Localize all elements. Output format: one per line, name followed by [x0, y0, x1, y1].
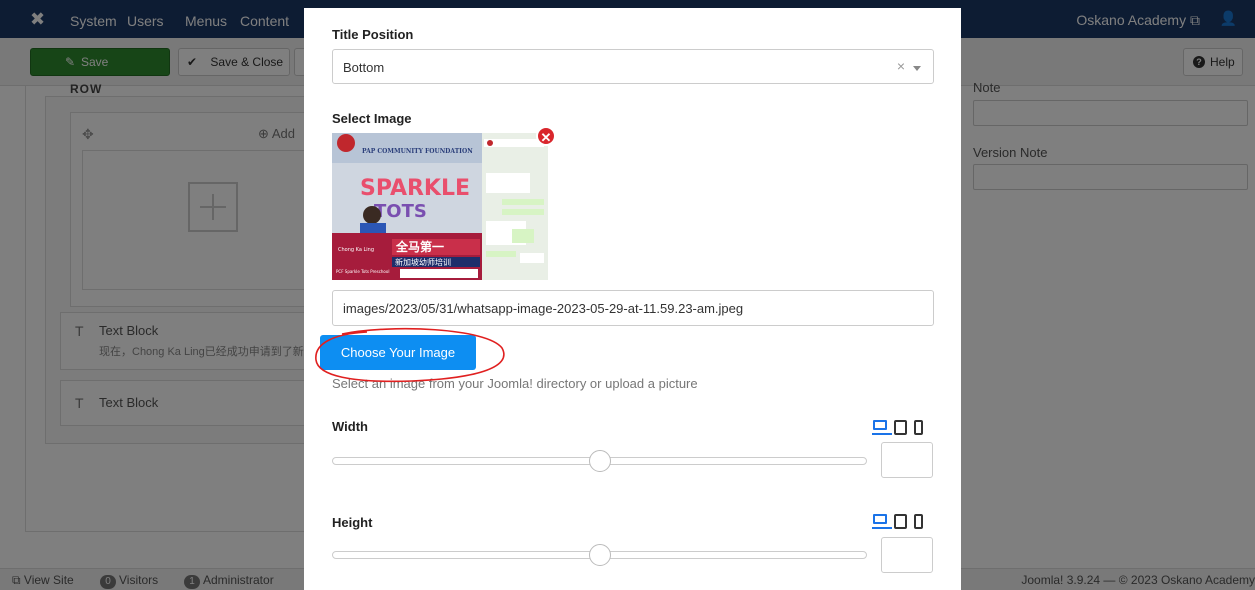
width-slider-handle[interactable]: [588, 450, 611, 472]
image-path-field[interactable]: images/2023/05/31/whatsapp-image-2023-05…: [332, 290, 934, 326]
width-input[interactable]: [881, 442, 933, 478]
chevron-down-icon: [913, 66, 921, 71]
clear-icon[interactable]: ×: [897, 58, 905, 74]
width-device-switch: [872, 420, 923, 435]
tablet-icon[interactable]: [894, 420, 907, 435]
mobile-icon[interactable]: [914, 420, 923, 435]
thumbnail-sign-top: SPARKLE: [360, 176, 470, 201]
desktop-icon[interactable]: [872, 514, 892, 529]
addon-settings-modal: Title Position Bottom × Select Image PAP…: [304, 8, 961, 590]
tablet-icon[interactable]: [894, 514, 907, 529]
thumbnail-school: PCF Sparkle Tots Preschool: [336, 269, 389, 274]
thumbnail-subline: 新加坡幼师培训: [395, 257, 451, 267]
width-label: Width: [332, 419, 368, 434]
height-input[interactable]: [881, 537, 933, 573]
thumbnail-person-name: Chong Ka Ling: [338, 247, 374, 253]
remove-image-icon[interactable]: ✕: [536, 126, 556, 146]
title-position-value: Bottom: [343, 60, 385, 75]
thumbnail-sign-bottom: TOTS: [374, 201, 427, 222]
desktop-icon[interactable]: [872, 420, 892, 435]
height-label: Height: [332, 515, 373, 530]
select-image-label: Select Image: [332, 111, 412, 126]
mobile-icon[interactable]: [914, 514, 923, 529]
image-path-value: images/2023/05/31/whatsapp-image-2023-05…: [343, 301, 744, 316]
thumbnail-headline: 全马第一: [395, 239, 444, 254]
annotation-circle: [315, 327, 505, 383]
image-preview: PAP COMMUNITY FOUNDATION SPARKLE TOTS 全马…: [332, 133, 548, 280]
height-device-switch: [872, 514, 923, 529]
title-position-select[interactable]: Bottom ×: [332, 49, 934, 84]
thumbnail-banner-text: PAP COMMUNITY FOUNDATION: [362, 148, 473, 155]
height-slider-handle[interactable]: [588, 544, 611, 566]
title-position-label: Title Position: [332, 27, 414, 42]
